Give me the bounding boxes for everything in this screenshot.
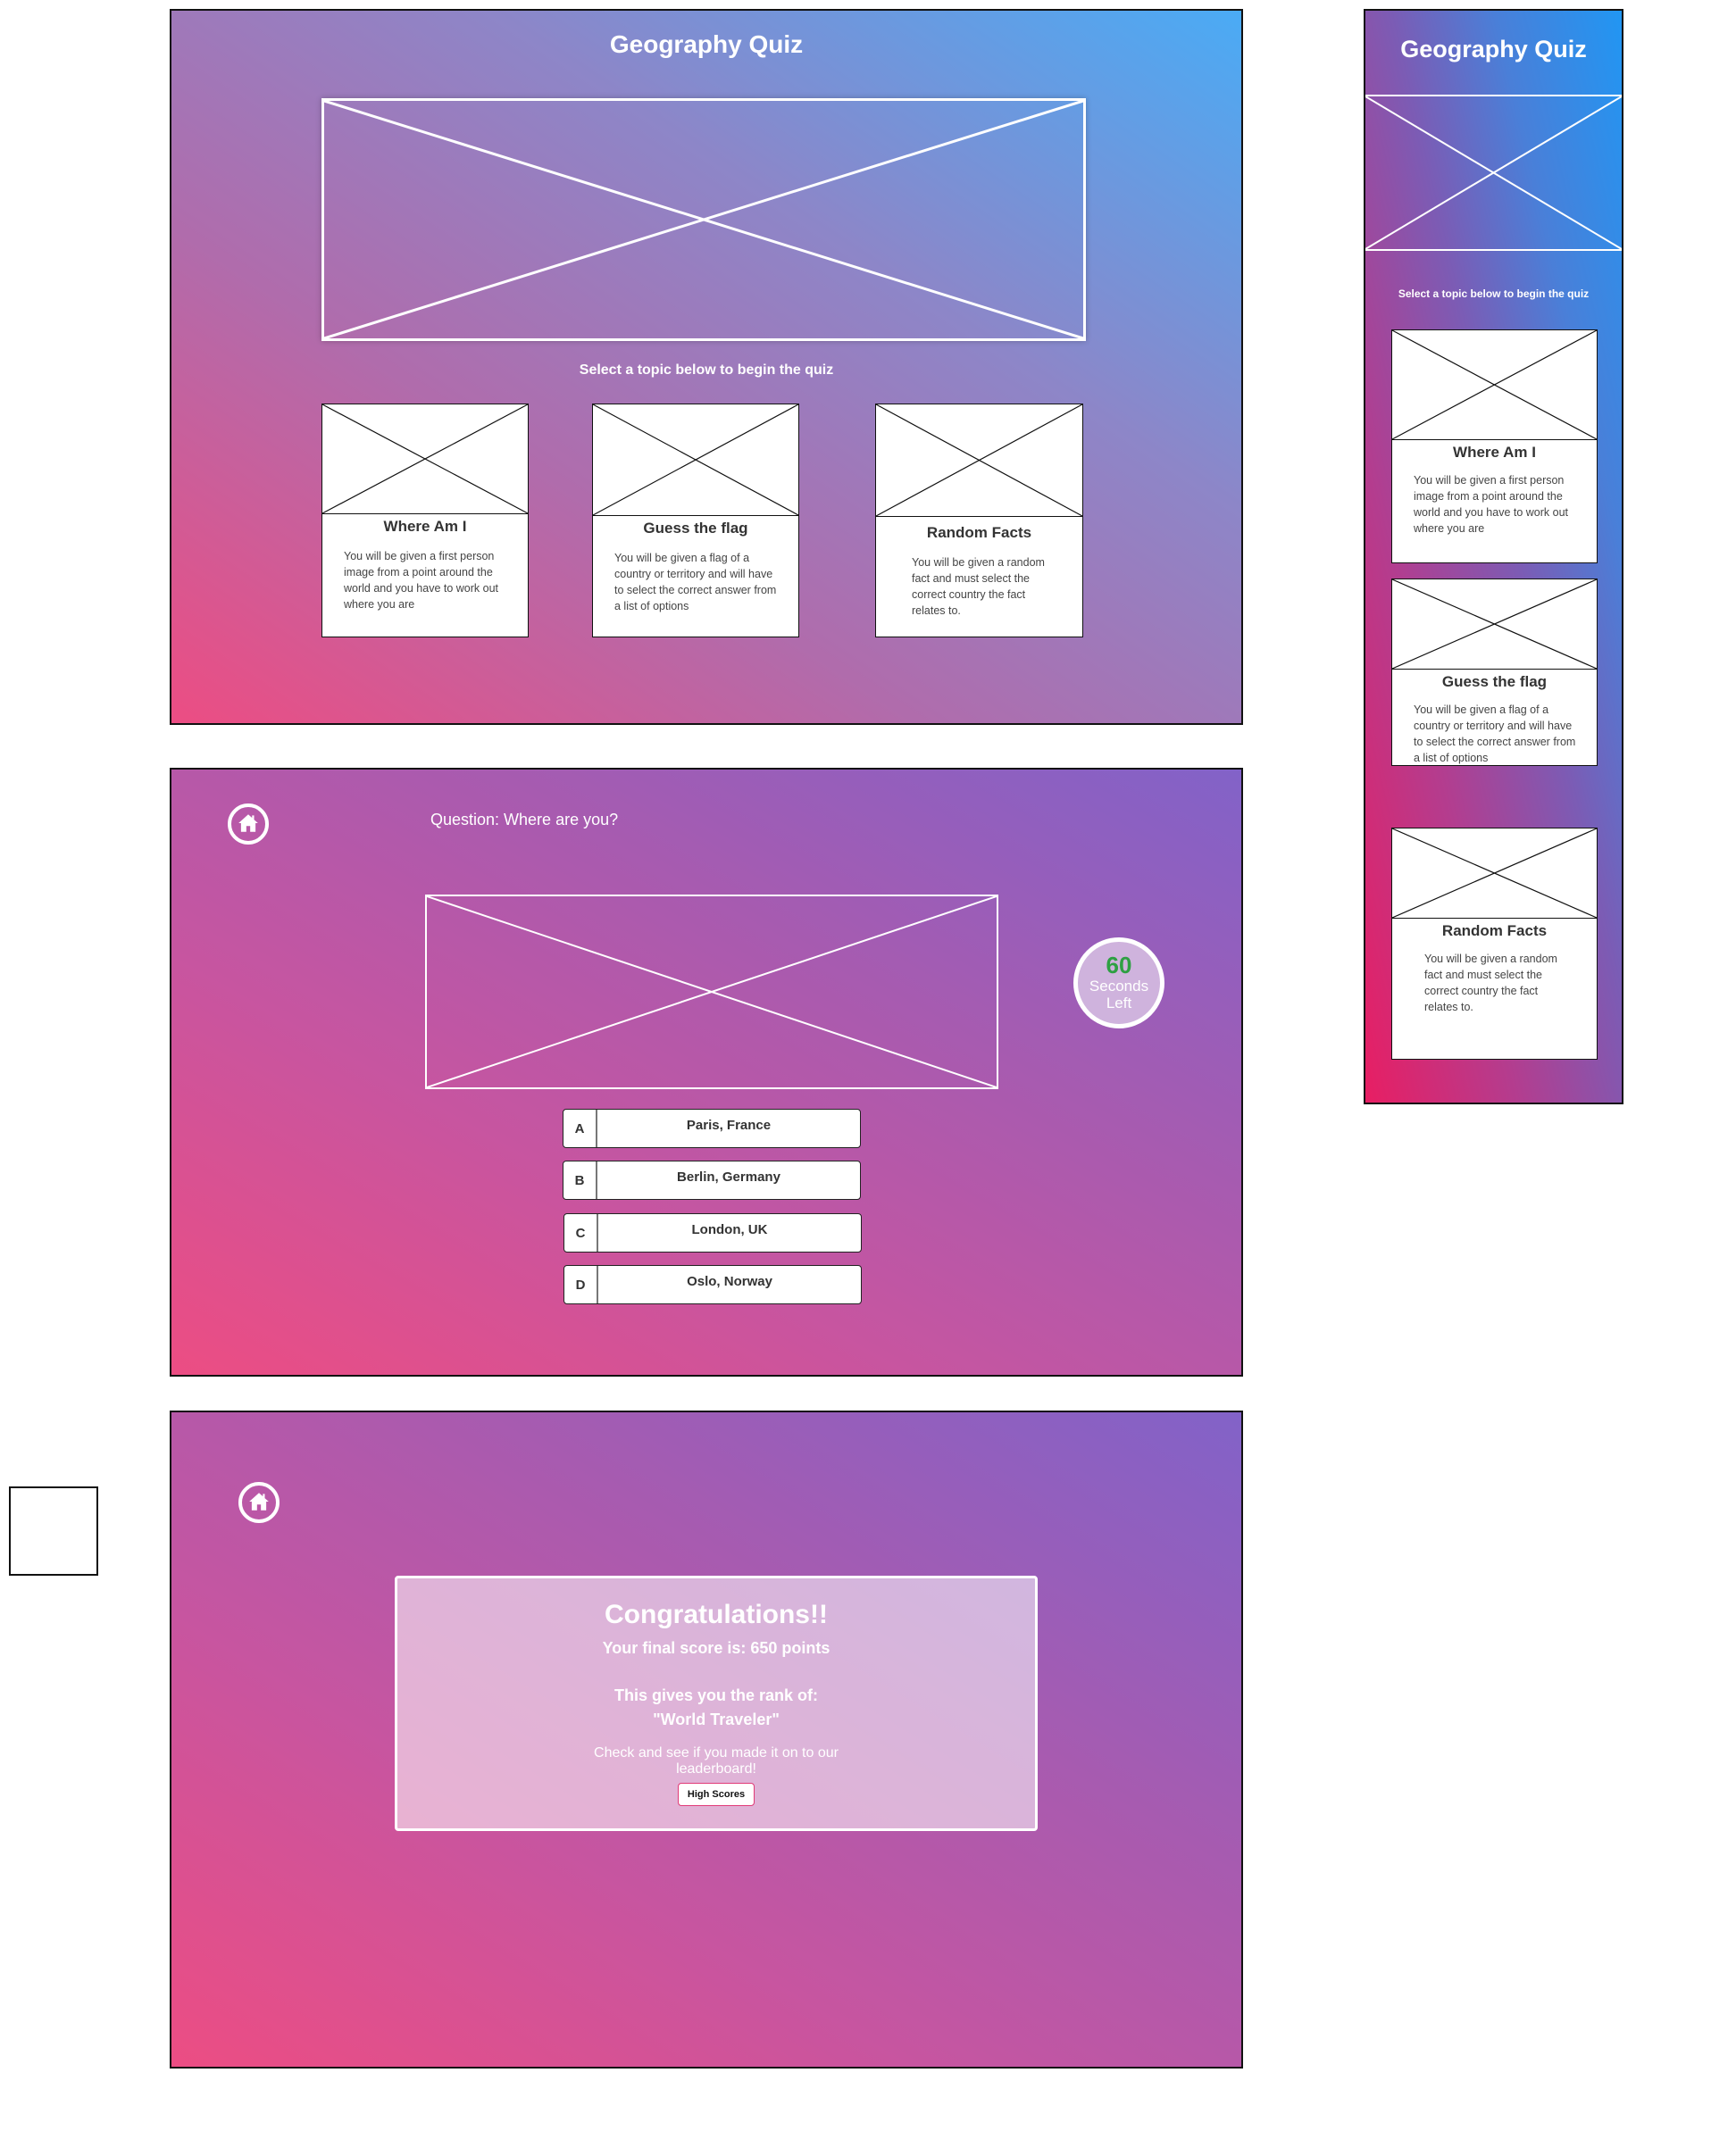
results-dialog: Congratulations!! Your final score is: 6…: [395, 1576, 1038, 1831]
topic-image-placeholder: [1392, 828, 1597, 919]
hero-image-placeholder: [321, 98, 1086, 341]
topic-card-guess-the-flag[interactable]: Guess the flag You will be given a flag …: [1391, 579, 1598, 766]
answer-option-b[interactable]: B Berlin, Germany: [563, 1161, 861, 1200]
topic-description: You will be given a first person image f…: [1414, 474, 1569, 535]
topic-description: You will be given a random fact and must…: [1424, 953, 1557, 1013]
topic-description: You will be given a random fact and must…: [912, 556, 1045, 617]
home-screen-desktop: Geography Quiz Select a topic below to b…: [170, 9, 1243, 725]
topic-card-where-am-i[interactable]: Where Am I You will be given a first per…: [1391, 329, 1598, 563]
topic-card-random-facts[interactable]: Random Facts You will be given a random …: [875, 404, 1083, 637]
answer-letter: B: [563, 1161, 597, 1199]
topic-image-placeholder: [876, 404, 1082, 517]
topic-title: Guess the flag: [643, 520, 748, 537]
question-screen: Question: Where are you? 60 Seconds Left…: [170, 768, 1243, 1377]
answer-text: Paris, France: [686, 1118, 772, 1133]
answer-option-a[interactable]: A Paris, France: [563, 1109, 861, 1148]
answer-text: Oslo, Norway: [687, 1274, 772, 1289]
congratulations-heading: Congratulations!!: [605, 1600, 828, 1629]
topic-image-placeholder: [1392, 330, 1597, 440]
mobile-header: Geography Quiz: [1365, 11, 1622, 95]
rank-intro: This gives you the rank of:: [613, 1686, 819, 1704]
select-topic-prompt: Select a topic below to begin the quiz: [579, 362, 834, 378]
page-title: Geography Quiz: [1400, 36, 1587, 62]
answer-letter: C: [564, 1214, 598, 1252]
topic-image-placeholder: [322, 404, 528, 514]
timer-value: 60: [1106, 952, 1132, 978]
page-title: Geography Quiz: [609, 30, 804, 58]
topic-image-placeholder: [1392, 579, 1597, 670]
hero-image-placeholder: [1365, 95, 1622, 251]
question-image-placeholder: [425, 895, 998, 1089]
home-icon: [238, 814, 258, 832]
topic-card-guess-the-flag[interactable]: Guess the flag You will be given a flag …: [592, 404, 799, 637]
countdown-timer: 60 Seconds Left: [1073, 937, 1164, 1028]
empty-frame: [9, 1486, 98, 1576]
answer-letter: D: [564, 1266, 598, 1303]
result-screen: Congratulations!! Your final score is: 6…: [170, 1411, 1243, 2069]
topic-card-random-facts[interactable]: Random Facts You will be given a random …: [1391, 828, 1598, 1060]
answer-text: London, UK: [691, 1222, 768, 1237]
topic-title: Where Am I: [383, 518, 467, 535]
select-topic-prompt: Select a topic below to begin the quiz: [1398, 287, 1590, 300]
topic-description: You will be given a first person image f…: [344, 550, 499, 611]
answer-text: Berlin, Germany: [677, 1170, 780, 1185]
question-text: Question: Where are you?: [430, 811, 619, 828]
topic-description: You will be given a flag of a country or…: [614, 552, 777, 612]
home-icon: [249, 1493, 269, 1511]
final-score: Your final score is: 650 points: [602, 1639, 830, 1657]
home-screen-mobile: Geography Quiz Select a topic below to b…: [1364, 9, 1623, 1104]
topic-title: Where Am I: [1453, 444, 1536, 461]
topic-title: Random Facts: [926, 524, 1032, 541]
leaderboard-prompt: Check and see if you made it on to our l…: [594, 1745, 839, 1777]
topic-title: Random Facts: [1441, 922, 1548, 939]
answer-option-c[interactable]: C London, UK: [563, 1213, 862, 1253]
high-scores-button[interactable]: High Scores: [677, 1783, 755, 1806]
rank-name: "World Traveler": [653, 1711, 780, 1728]
answer-letter: A: [563, 1110, 597, 1147]
topic-image-placeholder: [593, 404, 798, 516]
timer-label: Seconds: [1089, 978, 1149, 995]
home-button[interactable]: [228, 803, 269, 845]
topic-description: You will be given a flag of a country or…: [1414, 703, 1576, 764]
answer-option-d[interactable]: D Oslo, Norway: [563, 1265, 862, 1304]
topic-card-where-am-i[interactable]: Where Am I You will be given a first per…: [321, 404, 529, 637]
timer-label: Left: [1106, 995, 1132, 1011]
topic-title: Guess the flag: [1441, 673, 1548, 690]
home-button[interactable]: [238, 1482, 280, 1523]
